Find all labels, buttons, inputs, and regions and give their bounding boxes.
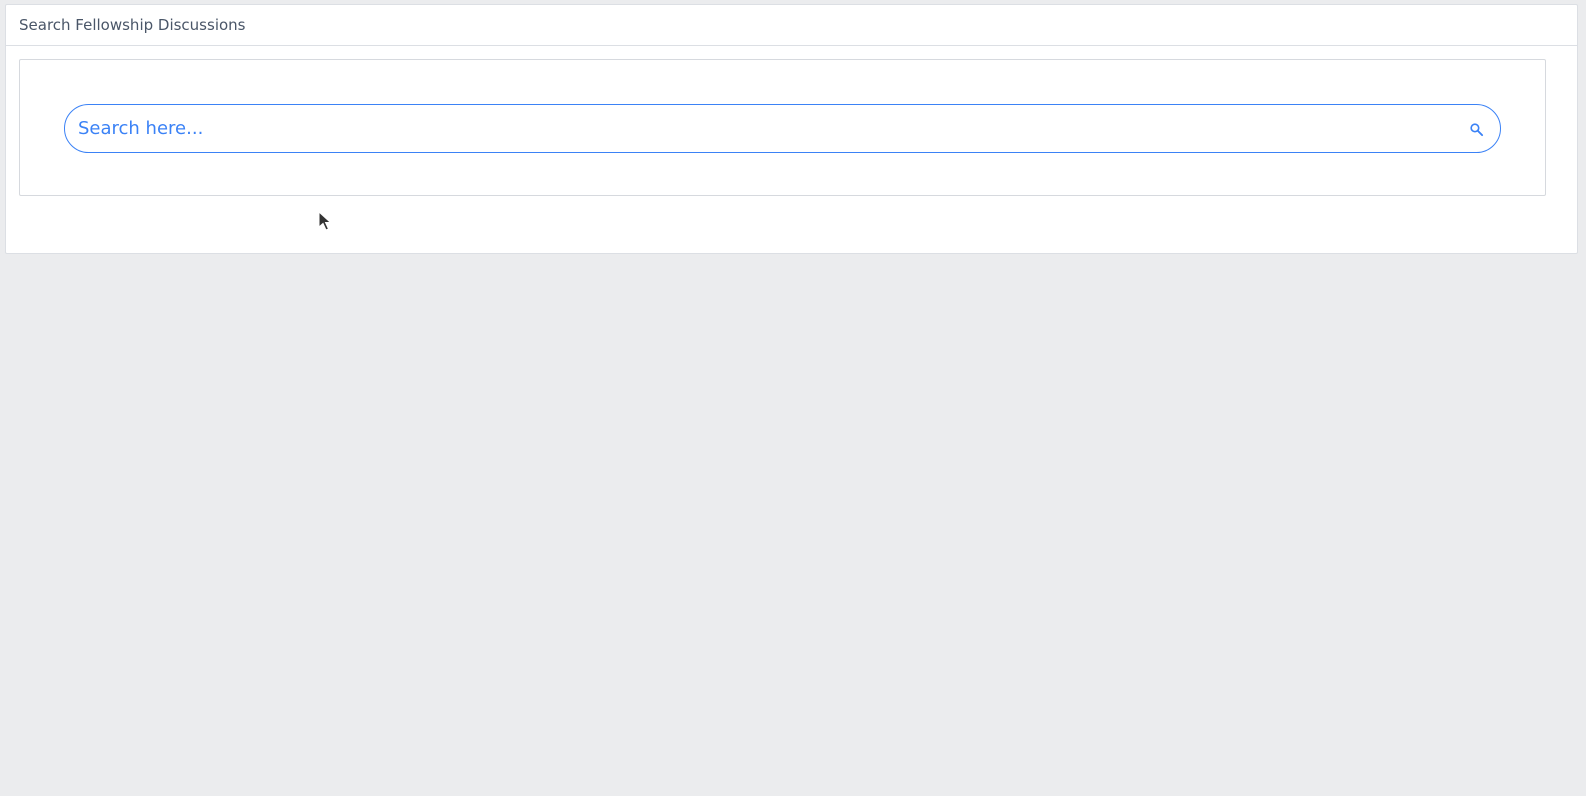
search-panel — [19, 59, 1546, 196]
search-icon — [1469, 122, 1483, 136]
card-title: Search Fellowship Discussions — [19, 16, 246, 34]
search-input[interactable] — [65, 105, 1445, 152]
search-bar[interactable] — [64, 104, 1501, 153]
search-button[interactable] — [1466, 119, 1486, 139]
card-header: Search Fellowship Discussions — [6, 5, 1577, 46]
mouse-cursor-icon — [318, 211, 332, 231]
search-card: Search Fellowship Discussions — [5, 4, 1578, 254]
